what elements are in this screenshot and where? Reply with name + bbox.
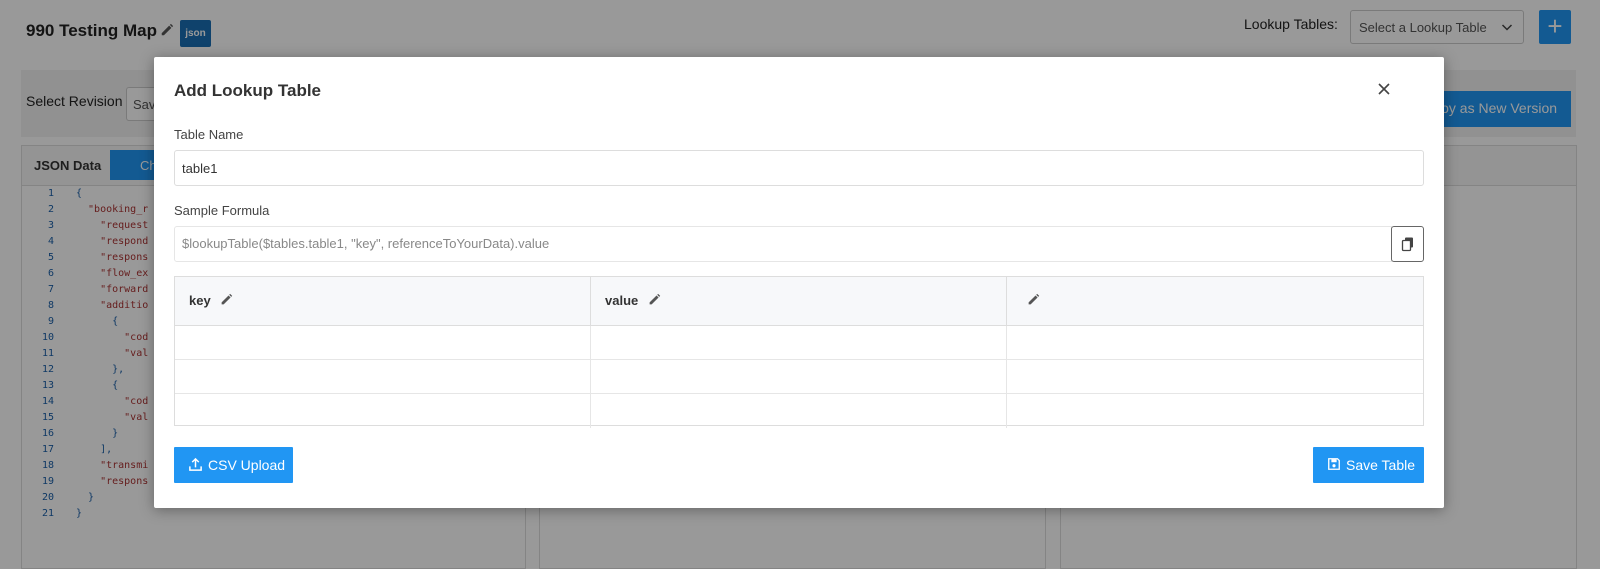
column-header-label: key bbox=[189, 293, 211, 308]
table-cell[interactable] bbox=[1007, 326, 1423, 360]
table-cell[interactable] bbox=[1007, 360, 1423, 394]
table-row bbox=[175, 360, 1423, 394]
save-table-label: Save Table bbox=[1346, 457, 1416, 473]
table-name-input[interactable] bbox=[174, 150, 1424, 186]
table-cell[interactable] bbox=[591, 360, 1007, 394]
table-cell[interactable] bbox=[175, 360, 591, 394]
table-cell[interactable] bbox=[175, 394, 591, 428]
table-row bbox=[175, 394, 1423, 428]
add-lookup-table-modal: Add Lookup Table Table Name Sample Formu… bbox=[154, 57, 1444, 508]
table-row bbox=[175, 326, 1423, 360]
table-header-row: key value bbox=[175, 277, 1423, 326]
column-header-value: value bbox=[591, 277, 1007, 326]
save-icon bbox=[1328, 458, 1340, 470]
table-cell[interactable] bbox=[591, 326, 1007, 360]
copy-icon bbox=[1401, 237, 1413, 252]
column-header-key: key bbox=[175, 277, 591, 326]
table-cell[interactable] bbox=[1007, 394, 1423, 428]
edit-column-pencil-icon[interactable] bbox=[220, 293, 233, 306]
modal-title: Add Lookup Table bbox=[174, 81, 322, 100]
close-icon[interactable] bbox=[1374, 79, 1394, 99]
column-header-label: value bbox=[605, 293, 639, 308]
table-cell[interactable] bbox=[591, 394, 1007, 428]
table-name-label: Table Name bbox=[174, 127, 244, 142]
sample-formula-label: Sample Formula bbox=[174, 203, 270, 218]
edit-column-pencil-icon[interactable] bbox=[1027, 293, 1040, 306]
sample-formula-field[interactable]: $lookupTable($tables.table1, "key", refe… bbox=[174, 226, 1392, 262]
csv-upload-label: CSV Upload bbox=[208, 457, 286, 473]
table-cell[interactable] bbox=[175, 326, 591, 360]
copy-formula-button[interactable] bbox=[1391, 226, 1424, 262]
csv-upload-button[interactable]: CSV Upload bbox=[174, 447, 293, 483]
upload-icon bbox=[189, 457, 202, 471]
column-header-new bbox=[1007, 277, 1423, 326]
edit-column-pencil-icon[interactable] bbox=[648, 293, 661, 306]
lookup-data-table: key value bbox=[174, 276, 1424, 428]
save-table-button[interactable]: Save Table bbox=[1313, 447, 1424, 483]
